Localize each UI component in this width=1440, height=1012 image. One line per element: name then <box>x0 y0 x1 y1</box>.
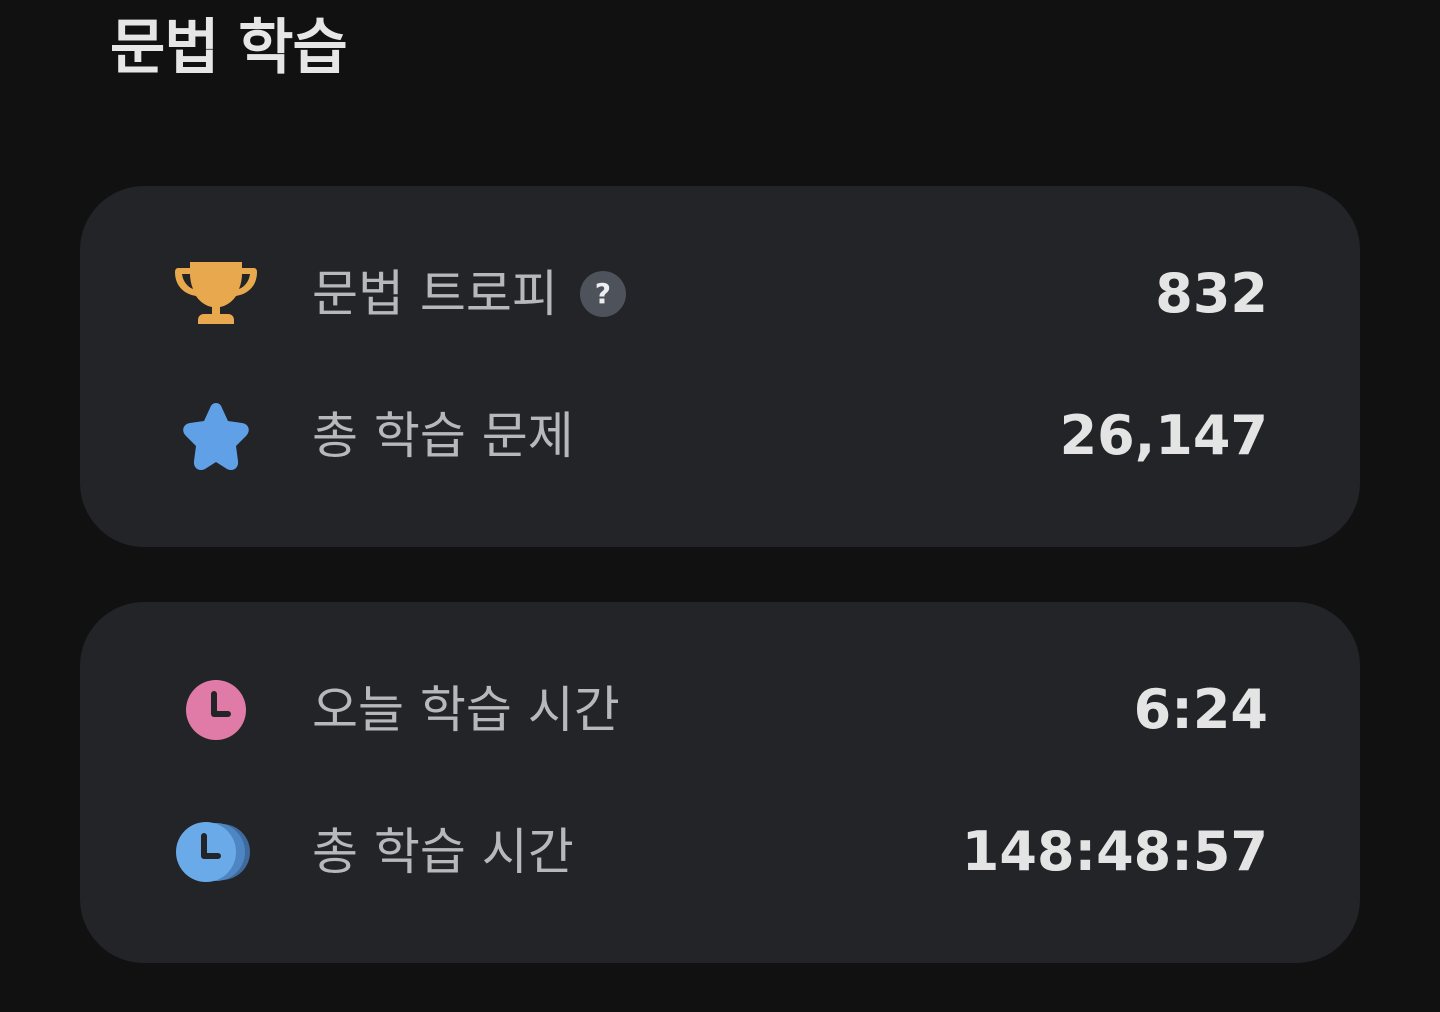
today-time-label: 오늘 학습 시간 <box>312 681 620 739</box>
stats-card: 문법 트로피 ? 832 총 학습 문제 26,147 <box>80 186 1360 547</box>
total-time-label: 총 학습 시간 <box>312 823 574 881</box>
total-problems-value: 26,147 <box>1059 404 1268 467</box>
today-time-row[interactable]: 오늘 학습 시간 6:24 <box>80 660 1360 760</box>
time-card: 오늘 학습 시간 6:24 총 학습 시간 148:48:57 <box>80 602 1360 963</box>
total-time-value: 148:48:57 <box>961 820 1268 883</box>
clock-icon <box>174 668 258 752</box>
help-icon[interactable]: ? <box>579 271 626 317</box>
total-problems-label: 총 학습 문제 <box>312 407 574 465</box>
page-title: 문법 학습 <box>110 13 348 83</box>
trophy-label: 문법 트로피 ? <box>312 264 626 324</box>
trophy-row[interactable]: 문법 트로피 ? 832 <box>80 244 1360 344</box>
trophy-icon <box>174 252 258 336</box>
total-time-row[interactable]: 총 학습 시간 148:48:57 <box>80 802 1360 902</box>
total-problems-row[interactable]: 총 학습 문제 26,147 <box>80 386 1360 486</box>
today-time-value: 6:24 <box>1133 678 1268 741</box>
stacked-clock-icon <box>174 810 258 894</box>
star-icon <box>174 394 258 478</box>
trophy-value: 832 <box>1155 262 1268 325</box>
trophy-label-text: 문법 트로피 <box>312 265 558 323</box>
